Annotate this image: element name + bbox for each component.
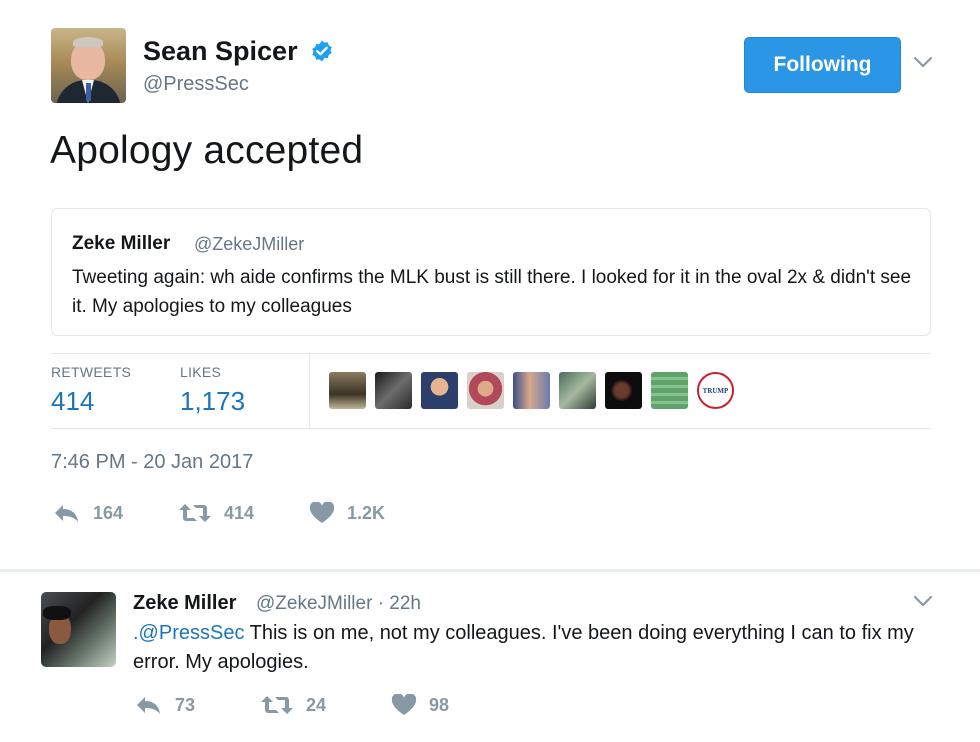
retweet-icon	[179, 504, 211, 522]
author-handle[interactable]: @PressSec	[143, 73, 249, 96]
reply-count: 164	[93, 502, 124, 523]
reply-retweet-button[interactable]: 24	[260, 694, 326, 716]
likes-count[interactable]: 1,173	[180, 386, 245, 417]
reply-like-count: 98	[429, 694, 450, 715]
tweet-text: Apology accepted	[50, 129, 364, 172]
tweet-timestamp[interactable]: 7:46 PM - 20 Jan 2017	[51, 451, 253, 474]
liker-avatar[interactable]	[467, 372, 504, 409]
quoted-tweet-text: Tweeting again: wh aide confirms the MLK…	[72, 267, 912, 317]
liker-avatar[interactable]: TRUMP	[697, 372, 734, 409]
retweets-label: RETWEETS	[51, 364, 132, 380]
author-avatar[interactable]	[51, 28, 126, 103]
reply-author-name[interactable]: Zeke Miller	[133, 592, 236, 615]
heart-icon	[391, 694, 417, 715]
stats-top-divider	[51, 353, 931, 354]
trump-badge-text: TRUMP	[702, 386, 729, 395]
quoted-author-handle: @ZekeJMiller	[194, 234, 305, 254]
chevron-down-icon[interactable]	[912, 54, 934, 70]
reply-icon	[55, 505, 78, 522]
chevron-down-icon[interactable]	[912, 593, 934, 609]
verified-badge-icon	[312, 40, 332, 62]
liker-avatar[interactable]	[329, 372, 366, 409]
retweet-button[interactable]: 414	[178, 502, 254, 524]
liker-avatar[interactable]	[605, 372, 642, 409]
retweets-count[interactable]: 414	[51, 386, 94, 417]
reply-like-button[interactable]: 98	[391, 694, 449, 716]
likes-label: LIKES	[180, 364, 222, 380]
liker-avatar[interactable]	[513, 372, 550, 409]
reply-mention-link[interactable]: .@PressSec	[133, 622, 244, 644]
liker-avatar[interactable]	[559, 372, 596, 409]
reply-icon	[137, 697, 160, 714]
reply-button[interactable]: 164	[53, 502, 123, 524]
reply-reply-button[interactable]: 73	[135, 694, 195, 716]
reply-author-meta[interactable]: @ZekeJMiller · 22h	[256, 593, 421, 615]
stats-vertical-divider	[309, 353, 310, 428]
quoted-tweet[interactable]: Zeke Miller @ZekeJMiller Tweeting again:…	[51, 208, 931, 336]
retweet-count: 414	[224, 502, 255, 523]
reply-reply-count: 73	[175, 694, 196, 715]
conversation-separator	[0, 569, 980, 572]
liker-avatar[interactable]	[375, 372, 412, 409]
liker-avatar[interactable]	[421, 372, 458, 409]
liker-avatar[interactable]	[651, 372, 688, 409]
stats-bottom-divider	[51, 428, 931, 429]
reply-text: .@PressSec This is on me, not my colleag…	[133, 619, 943, 677]
reply-author-avatar[interactable]	[41, 592, 116, 667]
reply-retweet-count: 24	[306, 694, 327, 715]
retweet-icon	[261, 696, 293, 714]
quoted-author-name: Zeke Miller	[72, 233, 171, 254]
like-button[interactable]: 1.2K	[309, 502, 385, 524]
author-name[interactable]: Sean Spicer	[143, 36, 298, 67]
following-button[interactable]: Following	[744, 37, 901, 93]
heart-icon	[309, 502, 335, 523]
like-count: 1.2K	[347, 502, 386, 523]
reply-text-body: This is on me, not my colleagues. I've b…	[133, 622, 914, 673]
